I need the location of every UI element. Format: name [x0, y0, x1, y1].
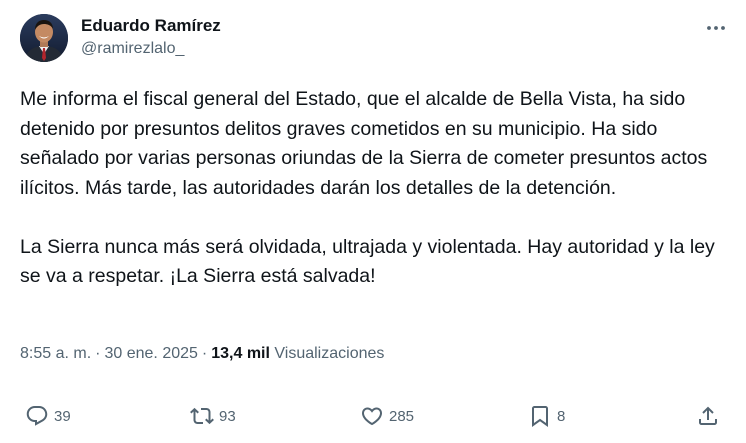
reply-icon: [26, 406, 48, 426]
bookmark-button[interactable]: 8: [528, 404, 565, 428]
like-count: 285: [389, 407, 415, 425]
tweet-paragraph: La Sierra nunca más será olvidada, ultra…: [20, 235, 721, 288]
repost-icon: [190, 407, 214, 425]
more-options-button[interactable]: [704, 16, 728, 40]
share-icon: [699, 406, 717, 425]
like-button[interactable]: 285: [360, 404, 414, 428]
bookmark-count: 8: [557, 407, 566, 425]
tweet-date[interactable]: 30 ene. 2025: [104, 345, 197, 362]
reply-button[interactable]: 39: [25, 404, 71, 428]
tweet-metadata: 8:55 a. m. · 30 ene. 2025 · 13,4 mil Visuali…: [20, 344, 384, 364]
tweet-time[interactable]: 8:55 a. m.: [20, 345, 91, 362]
tweet: Eduardo Ramírez @ramirezlalo_ Me informa…: [0, 0, 746, 443]
more-icon: [707, 26, 725, 30]
heart-icon: [361, 407, 383, 426]
views-count[interactable]: 13,4 mil: [211, 345, 270, 362]
author-block: Eduardo Ramírez @ramirezlalo_: [81, 16, 221, 59]
share-button[interactable]: [696, 404, 720, 428]
separator: ·: [95, 345, 101, 362]
author-handle[interactable]: @ramirezlalo_: [81, 39, 221, 59]
views-label[interactable]: Visualizaciones: [274, 345, 384, 362]
tweet-text: Me informa el fiscal general del Estado,…: [20, 85, 725, 292]
repost-button[interactable]: 93: [190, 404, 236, 428]
avatar[interactable]: [20, 14, 68, 62]
avatar-image: [20, 14, 68, 62]
action-bar: 39 93 285 8: [0, 400, 746, 432]
reply-count: 39: [54, 407, 71, 425]
separator: ·: [201, 345, 208, 362]
author-display-name[interactable]: Eduardo Ramírez: [81, 16, 221, 36]
tweet-paragraph: Me informa el fiscal general del Estado,…: [20, 88, 713, 199]
bookmark-icon: [532, 406, 548, 427]
repost-count: 93: [219, 407, 236, 425]
